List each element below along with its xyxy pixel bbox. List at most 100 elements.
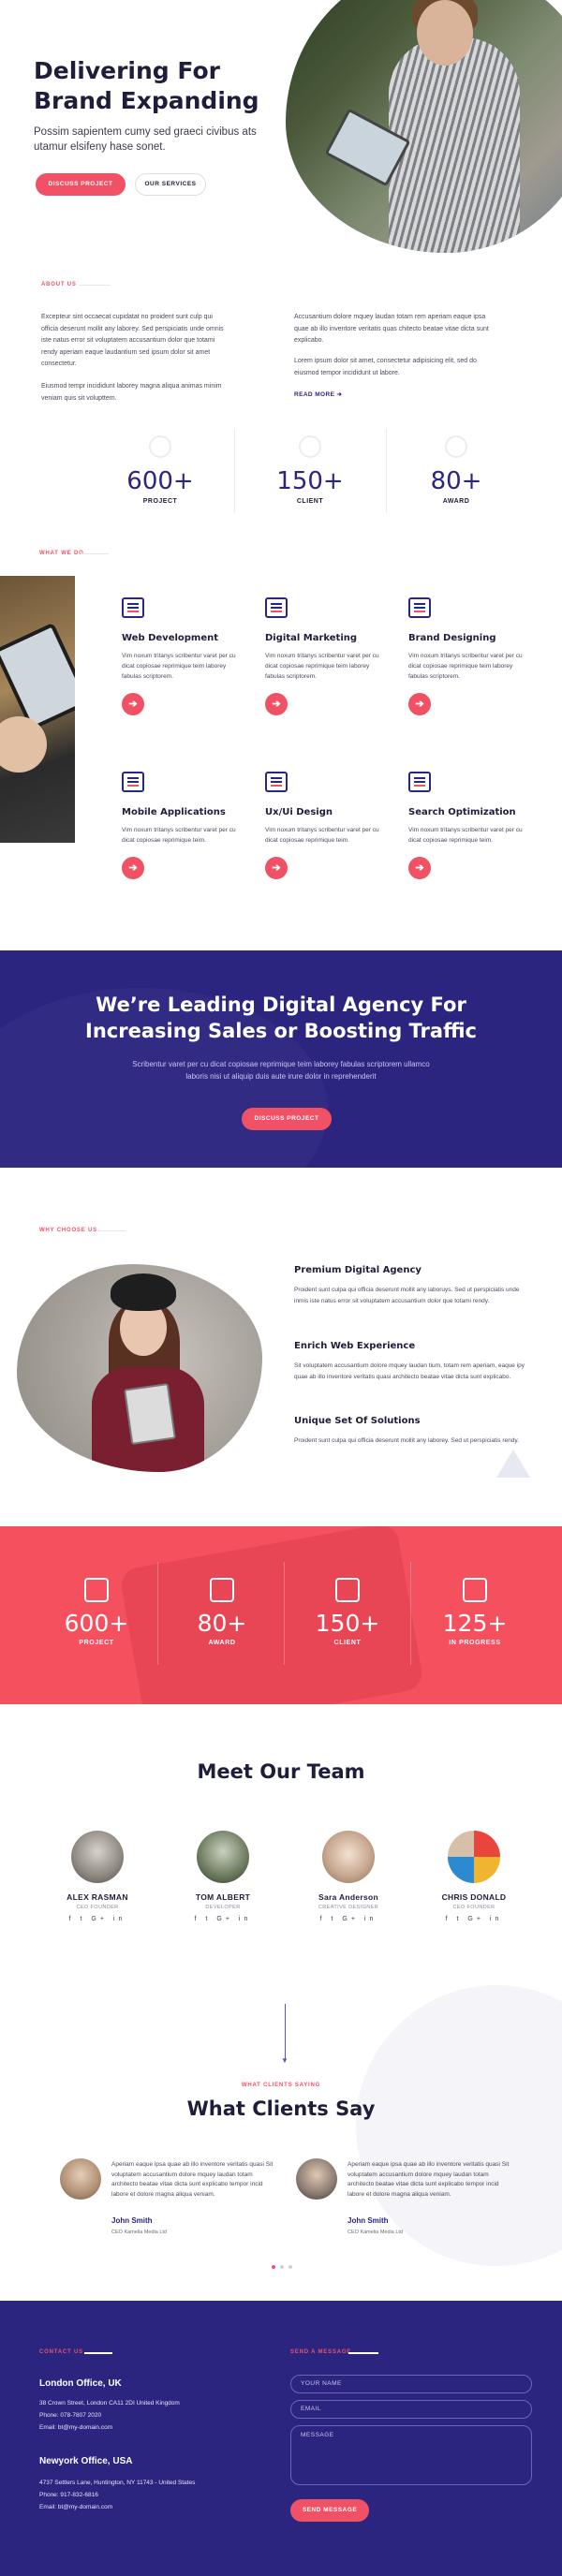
social-icons[interactable]: f t G+ in (171, 1916, 274, 1922)
mobile-icon (122, 772, 144, 792)
testimonials-title: What Clients Say (186, 2098, 376, 2120)
testimonial-name: John Smith (111, 2216, 153, 2225)
service-arrow-button[interactable]: ➔ (265, 857, 288, 879)
banner-title: We’re Leading Digital Agency For Increas… (85, 994, 477, 1042)
service-text: Vim noxum tritanys scribentur varet per … (122, 653, 236, 680)
our-services-button[interactable]: OUR SERVICES (135, 173, 206, 196)
form-eyebrow: SEND A MESSAGE (290, 2349, 352, 2355)
service-web-development: Web Development Vim noxum tritanys scrib… (122, 597, 244, 715)
service-arrow-button[interactable]: ➔ (122, 857, 144, 879)
service-title: Search Optimization (408, 807, 516, 817)
message-field[interactable]: MESSAGE (290, 2425, 532, 2485)
decorative-line (285, 2004, 286, 2060)
why-item-text: Proident sunt culpa qui officia deserunt… (294, 1437, 519, 1444)
pink-stat-divider (284, 1562, 285, 1665)
member-role: CEO FOUNDER (452, 1905, 495, 1910)
pink-stat-awards: 80+ AWARD (161, 1578, 283, 1646)
code-icon (122, 597, 144, 618)
hero-section: Delivering For Brand Expanding Possim sa… (0, 0, 562, 262)
team-member-card: ALEX RASMAN CEO FOUNDER f t G+ in (46, 1831, 149, 1922)
service-text: Vim noxum tritanys scribentur varet per … (265, 653, 379, 680)
send-message-button[interactable]: SEND MESSAGE (290, 2499, 369, 2522)
testimonial-name: John Smith (348, 2216, 389, 2225)
footer: CONTACT US London Office, UK 38 Crown St… (0, 2301, 562, 2576)
service-text: Vim noxum tritanys scribentur varet per … (408, 653, 523, 680)
about-eyebrow: ABOUT US (41, 282, 77, 287)
eyebrow-divider (79, 285, 111, 286)
carousel-dot[interactable] (280, 2265, 284, 2269)
eyebrow-divider (97, 1230, 126, 1231)
pink-stat-clients: 150+ CLIENT (287, 1578, 408, 1646)
stat-awards: 80+ AWARD (386, 435, 526, 505)
banner-discuss-project-button[interactable]: DISCUSS PROJECT (242, 1108, 332, 1130)
pink-stat-label: CLIENT (333, 1640, 362, 1646)
team-member-card: TOM ALBERT DEVELOPER f t G+ in (171, 1831, 274, 1922)
eyebrow-divider (81, 553, 109, 554)
service-arrow-button[interactable]: ➔ (408, 857, 431, 879)
stat-clients: 150+ CLIENT (240, 435, 380, 505)
why-item-text: Sit voluptatem accusantium dolore mquey … (294, 1362, 525, 1380)
stat-label: AWARD (442, 498, 470, 505)
member-role: CREATIVE DESIGNER (318, 1905, 379, 1910)
office-phone: Phone: 917-832-6816 (39, 2492, 98, 2498)
why-choose-us-image (17, 1264, 262, 1472)
why-item-title: Unique Set Of Solutions (294, 1416, 421, 1426)
service-title: Web Development (122, 633, 219, 643)
pink-stat-projects: 600+ PROJECT (36, 1578, 157, 1646)
social-icons[interactable]: f t G+ in (297, 1916, 400, 1922)
pink-stat-value: 80+ (197, 1610, 247, 1637)
team-member-card: CHRIS DONALD CEO FOUNDER f t G+ in (422, 1831, 525, 1922)
service-arrow-button[interactable]: ➔ (122, 693, 144, 715)
service-digital-marketing: Digital Marketing Vim noxum tritanys scr… (265, 597, 387, 715)
contact-eyebrow: CONTACT US (39, 2349, 83, 2355)
social-icons[interactable]: f t G+ in (422, 1916, 525, 1922)
name-field[interactable]: YOUR NAME (290, 2375, 532, 2393)
service-arrow-button[interactable]: ➔ (265, 693, 288, 715)
email-field[interactable]: EMAIL (290, 2400, 532, 2419)
discuss-project-button[interactable]: DISCUSS PROJECT (36, 173, 126, 196)
social-icons[interactable]: f t G+ in (46, 1916, 149, 1922)
pink-stat-label: IN PROGRESS (449, 1640, 501, 1646)
testimonial-text: Aperiam eaque ipsa quae ab illo inventor… (348, 2161, 510, 2198)
carousel-dot[interactable] (272, 2265, 275, 2269)
about-left-paragraph-1: Excepteur sint occaecat cupidatat no pro… (41, 314, 224, 367)
carousel-dot[interactable] (288, 2265, 292, 2269)
service-search-optimization: Search Optimization Vim noxum tritanys s… (408, 772, 530, 879)
avatar (197, 1831, 249, 1883)
team-title: Meet Our Team (197, 1760, 365, 1783)
chart-icon (84, 1578, 109, 1602)
pink-stat-divider (157, 1562, 158, 1665)
member-name: ALEX RASMAN (67, 1892, 128, 1902)
why-eyebrow: WHY CHOOSE US (39, 1228, 97, 1233)
team-member-card: Sara Anderson CREATIVE DESIGNER f t G+ i… (297, 1831, 400, 1922)
stat-label: CLIENT (296, 498, 324, 505)
member-name: TOM ALBERT (195, 1892, 251, 1902)
service-text: Vim noxum tritanys scribentur varet per … (122, 827, 236, 844)
chart-icon (265, 597, 288, 618)
read-more-link[interactable]: READ MORE ➔ (294, 390, 342, 398)
user-icon (335, 1578, 360, 1602)
service-title: Mobile Applications (122, 807, 226, 817)
arrow-right-icon: ➔ (336, 391, 343, 398)
user-icon (299, 435, 321, 458)
office-address: 4737 Settlers Lane, Huntington, NY 11743… (39, 2480, 196, 2486)
pink-stat-value: 600+ (64, 1610, 129, 1637)
service-arrow-button[interactable]: ➔ (408, 693, 431, 715)
avatar (71, 1831, 124, 1883)
about-right-paragraph-2: Lorem ipsum dolor sit amet, consectetur … (294, 358, 477, 376)
office-email: Email: bt@my-domain.com (39, 2504, 113, 2510)
pink-stat-label: AWARD (208, 1640, 236, 1646)
service-text: Vim noxum tritanys scribentur varet per … (408, 827, 523, 844)
pink-stat-value: 125+ (442, 1610, 508, 1637)
member-name: Sara Anderson (318, 1892, 379, 1902)
service-brand-designing: Brand Designing Vim noxum tritanys scrib… (408, 597, 530, 715)
member-role: DEVELOPER (205, 1905, 241, 1910)
decorative-triangle (496, 1450, 530, 1478)
avatar (60, 2158, 101, 2200)
service-title: Digital Marketing (265, 633, 358, 643)
hero-subtitle: Possim sapientem cumy sed graeci civibus… (34, 126, 257, 153)
hero-title: Delivering For Brand Expanding (34, 57, 259, 114)
about-right-paragraph-1: Accusantium dolore mquey laudan totam re… (294, 314, 489, 344)
testimonials-eyebrow: WHAT CLIENTS SAYING (241, 2083, 321, 2088)
design-icon (265, 772, 288, 792)
